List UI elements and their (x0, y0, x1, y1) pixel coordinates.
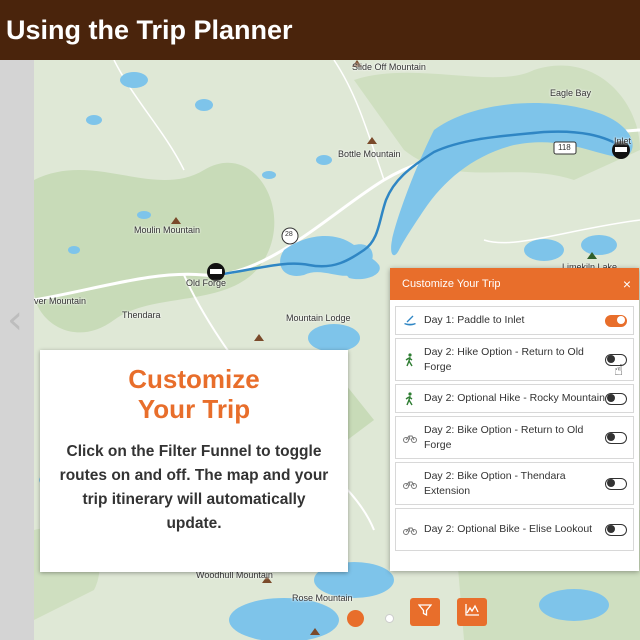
slide-indicator[interactable] (385, 614, 394, 623)
route-item-label: Day 2: Optional Bike - Elise Lookout (424, 523, 593, 535)
route-toggle[interactable] (605, 392, 627, 405)
filter-funnel-icon (417, 603, 433, 622)
route-item-label: Day 2: Bike Option - Thendara Extension (424, 469, 566, 497)
route-item-day1-paddle[interactable]: Day 1: Paddle to Inlet (395, 306, 634, 335)
kayak-icon (402, 314, 418, 328)
info-card-body: Click on the Filter Funnel to toggle rou… (59, 443, 329, 532)
map-label-inlet: Inlet (614, 136, 632, 146)
panel-title: Customize Your Trip (402, 278, 501, 290)
route-item-label: Day 2: Hike Option - Return to Old Forge (424, 345, 584, 373)
panel-header: Customize Your Trip × (390, 268, 639, 300)
info-card: Customize Your Trip Click on the Filter … (40, 350, 348, 572)
route-toggle[interactable] (605, 523, 627, 536)
close-icon[interactable]: × (623, 276, 631, 292)
left-gutter (0, 60, 34, 640)
map-label-route-28: 28 (285, 231, 293, 238)
bike-icon (402, 431, 418, 445)
hand-cursor-icon: ☝ (614, 362, 624, 379)
map-label-bottle: Bottle Mountain (338, 149, 401, 159)
page-title-text: Using the Trip Planner (6, 14, 293, 45)
route-toggle[interactable] (605, 431, 627, 444)
map-label-slide-off: Slide Off Mountain (352, 62, 426, 72)
route-item-day2-hike-return[interactable]: Day 2: Hike Option - Return to Old Forge (395, 338, 634, 381)
route-item-label: Day 2: Bike Option - Return to Old Forge (424, 423, 584, 451)
filter-button[interactable] (410, 598, 440, 626)
route-item-day2-bike-thendara[interactable]: Day 2: Bike Option - Thendara Extension (395, 462, 634, 505)
map-label-moulin: Moulin Mountain (134, 225, 201, 235)
map-label-rose: Rose Mountain (292, 593, 353, 603)
elevation-chart-button[interactable] (457, 598, 487, 626)
info-card-heading: Customize Your Trip (128, 364, 260, 424)
customize-trip-panel: Customize Your Trip × Day 1: Paddle to I… (390, 268, 639, 571)
map-label-thendara: Thendara (122, 310, 161, 320)
page-title: Using the Trip Planner (0, 0, 640, 60)
map-label-old-forge: Old Forge (186, 278, 227, 288)
hiker-icon (402, 391, 418, 406)
map-label-eagle-bay: Eagle Bay (550, 88, 592, 98)
route-item-label: Day 2: Optional Hike - Rocky Mountain (424, 392, 605, 404)
slide-indicator-active[interactable] (347, 610, 364, 627)
route-item-day2-bike-elise[interactable]: Day 2: Optional Bike - Elise Lookout (395, 508, 634, 551)
route-toggle[interactable] (605, 314, 627, 327)
bike-icon (402, 523, 418, 537)
map-label-route-118: 118 (558, 143, 571, 152)
hiker-icon (402, 352, 418, 367)
route-toggle[interactable] (605, 477, 627, 490)
route-item-day2-bike-return[interactable]: Day 2: Bike Option - Return to Old Forge (395, 416, 634, 459)
map-label-mountain-lodge: Mountain Lodge (286, 313, 351, 323)
route-item-label: Day 1: Paddle to Inlet (424, 314, 525, 326)
previous-slide-arrow-icon[interactable]: ‹ (0, 300, 30, 344)
map-label-river: ver Mountain (34, 296, 87, 306)
route-list: Day 1: Paddle to Inlet Day 2: Hike Optio… (390, 300, 639, 551)
elevation-chart-icon (464, 603, 480, 622)
bike-icon (402, 477, 418, 491)
route-item-day2-hike-rocky[interactable]: Day 2: Optional Hike - Rocky Mountain (395, 384, 634, 413)
